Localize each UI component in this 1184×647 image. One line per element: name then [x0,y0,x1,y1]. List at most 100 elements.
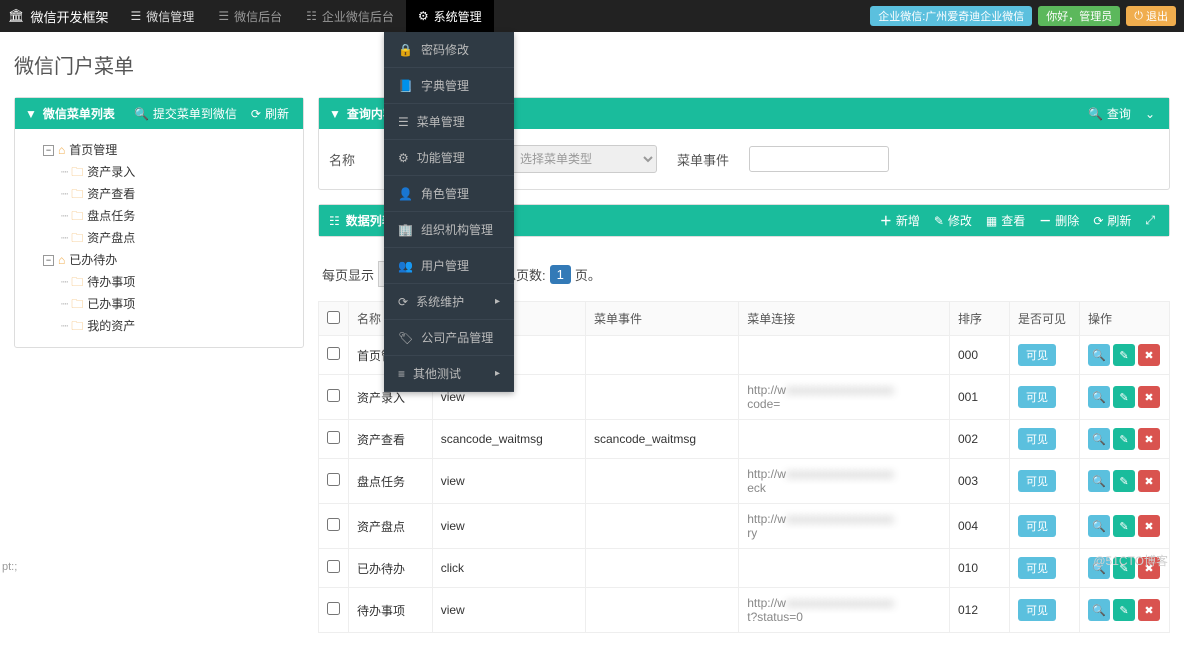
filter-icon: ▼ [329,107,341,121]
row-checkbox[interactable] [327,389,340,402]
row-checkbox[interactable] [327,347,340,360]
dropdown-item-2[interactable]: ☰菜单管理 [384,104,514,140]
tree-node[interactable]: − ⌂ 已办待办 [43,249,293,271]
menu-icon: ⚙ [398,151,409,165]
row-delete-button[interactable]: ✖ [1138,428,1160,450]
row-checkbox[interactable] [327,602,340,615]
refresh-button[interactable]: ⟳刷新 [1089,212,1135,229]
menu-icon: 📘 [398,79,413,93]
row-edit-button[interactable]: ✎ [1113,599,1135,621]
row-delete-button[interactable]: ✖ [1138,515,1160,537]
tree-leaf[interactable]: ┈ 🗀 盘点任务 [61,205,293,227]
expand-button[interactable]: ⤢ [1141,213,1159,228]
collapse-icon[interactable]: − [43,255,54,266]
dropdown-item-8[interactable]: 🏷公司产品管理 [384,320,514,356]
row-delete-button[interactable]: ✖ [1138,386,1160,408]
dropdown-item-0[interactable]: 🔒密码修改 [384,32,514,68]
tree-leaf[interactable]: ┈ 🗀 资产盘点 [61,227,293,249]
row-edit-button[interactable]: ✎ [1113,428,1135,450]
cell-link: http://wxxxxxxxxxxxxxxxxxxeck [739,459,950,504]
topnav-item-1[interactable]: ☰微信后台 [206,0,294,32]
left-panel-head: ▼ 微信菜单列表 🔍提交菜单到微信 ⟳刷新 [15,98,303,129]
tree-leaf[interactable]: ┈ 🗀 待办事项 [61,271,293,293]
row-checkbox[interactable] [327,560,340,573]
topnav-item-3[interactable]: ⚙系统管理 [406,0,494,32]
row-delete-button[interactable]: ✖ [1138,470,1160,492]
tree-node[interactable]: − ⌂ 首页管理 [43,139,293,161]
cell-name: 待办事项 [349,588,433,633]
cell-order: 003 [950,459,1010,504]
dropdown-item-7[interactable]: ⟳系统维护▸ [384,284,514,320]
dropdown-item-9[interactable]: ≡其他测试▸ [384,356,514,392]
menu-icon: 🏢 [398,223,413,237]
add-button[interactable]: ＋新增 [876,212,924,229]
row-checkbox[interactable] [327,473,340,486]
row-edit-button[interactable]: ✎ [1113,515,1135,537]
row-delete-button[interactable]: ✖ [1138,599,1160,621]
dropdown-item-6[interactable]: 👥用户管理 [384,248,514,284]
row-view-button[interactable]: 🔍 [1088,386,1110,408]
dropdown-item-1[interactable]: 📘字典管理 [384,68,514,104]
cell-order: 000 [950,336,1010,375]
tree-leaf[interactable]: ┈ 🗀 我的资产 [61,315,293,337]
cell-order: 012 [950,588,1010,633]
tree-leaf[interactable]: ┈ 🗀 资产查看 [61,183,293,205]
collapse-icon[interactable]: − [43,145,54,156]
select-all-checkbox[interactable] [327,311,340,324]
tree-leaf[interactable]: ┈ 🗀 资产录入 [61,161,293,183]
table-row: 资产查看scancode_waitmsgscancode_waitmsg002可… [319,420,1170,459]
menu-icon: 👥 [398,259,413,273]
refresh-tree-button[interactable]: ⟳刷新 [247,105,293,122]
visible-badge: 可见 [1018,428,1056,450]
edit-button[interactable]: ✎修改 [930,212,976,229]
visible-badge: 可见 [1018,386,1056,408]
tree-leaf[interactable]: ┈ 🗀 已办事项 [61,293,293,315]
row-edit-button[interactable]: ✎ [1113,470,1135,492]
name-label: 名称 [329,150,355,169]
folder-icon: 🗀 [71,161,83,183]
nav-icon: ☷ [306,9,317,23]
type-select[interactable]: 选择菜单类型 [507,145,657,173]
row-delete-button[interactable]: ✖ [1138,344,1160,366]
caret-right-icon: ▸ [495,296,500,307]
visible-badge: 可见 [1018,515,1056,537]
topbar: 🏛 微信开发框架 ☰微信管理☰微信后台☷企业微信后台⚙系统管理 企业微信:广州爱… [0,0,1184,32]
row-view-button[interactable]: 🔍 [1088,515,1110,537]
system-dropdown: 🔒密码修改📘字典管理☰菜单管理⚙功能管理👤角色管理🏢组织机构管理👥用户管理⟳系统… [384,32,514,392]
cell-link: http://wxxxxxxxxxxxxxxxxxxt?status=0 [739,588,950,633]
search-button[interactable]: 🔍查询 [1084,105,1135,122]
nav-icon: ☰ [131,9,142,23]
delete-button[interactable]: －删除 [1035,212,1083,229]
row-view-button[interactable]: 🔍 [1088,428,1110,450]
menu-icon: 🏷 [398,331,413,345]
submit-menu-button[interactable]: 🔍提交菜单到微信 [130,105,241,122]
dropdown-item-5[interactable]: 🏢组织机构管理 [384,212,514,248]
org-tag[interactable]: 企业微信:广州爱奇迪企业微信 [870,6,1032,26]
brand-text: 微信开发框架 [31,7,109,26]
cell-link [739,420,950,459]
list-icon: ☷ [329,214,340,228]
chevron-down-icon[interactable]: ⌄ [1141,107,1159,121]
visible-badge: 可见 [1018,599,1056,621]
caret-right-icon: ▸ [495,368,500,379]
row-view-button[interactable]: 🔍 [1088,344,1110,366]
cell-visible: 可见 [1010,549,1080,588]
dropdown-item-4[interactable]: 👤角色管理 [384,176,514,212]
topnav-item-0[interactable]: ☰微信管理 [119,0,207,32]
dropdown-item-3[interactable]: ⚙功能管理 [384,140,514,176]
topnav-item-2[interactable]: ☷企业微信后台 [294,0,406,32]
folder-icon: 🗀 [71,315,83,337]
logout-button[interactable]: ⏻退出 [1126,6,1176,26]
row-checkbox[interactable] [327,431,340,444]
row-view-button[interactable]: 🔍 [1088,470,1110,492]
view-button[interactable]: ▦查看 [982,212,1029,229]
cell-visible: 可见 [1010,420,1080,459]
row-checkbox[interactable] [327,518,340,531]
event-input[interactable] [749,146,889,172]
page-number[interactable]: 1 [550,265,571,284]
row-view-button[interactable]: 🔍 [1088,599,1110,621]
row-edit-button[interactable]: ✎ [1113,386,1135,408]
row-edit-button[interactable]: ✎ [1113,344,1135,366]
pencil-icon: ✎ [934,214,944,228]
nav-icon: ⚙ [418,9,429,23]
